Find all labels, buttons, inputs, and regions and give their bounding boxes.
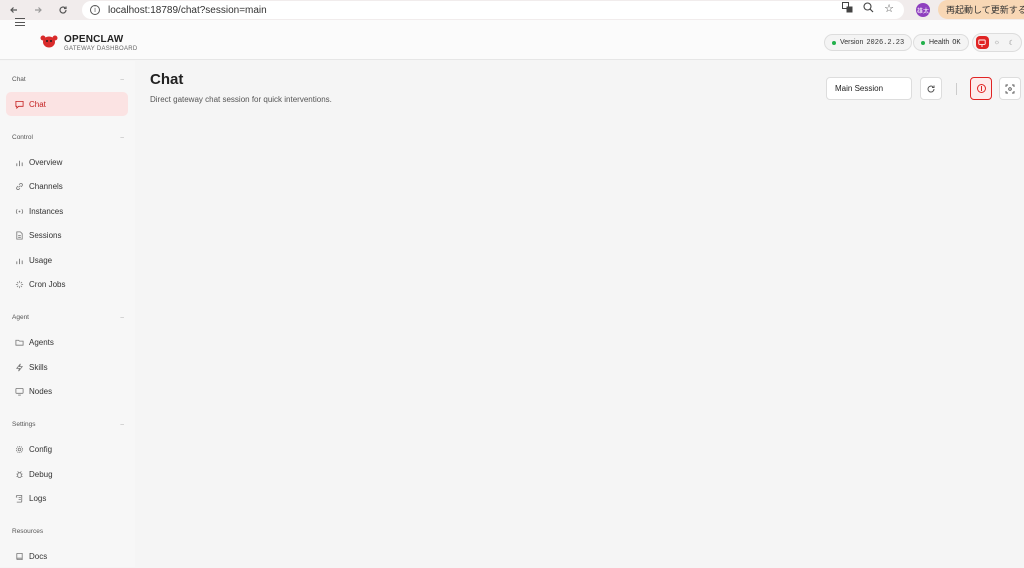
- sidebar-item-nodes[interactable]: Nodes: [6, 379, 128, 403]
- message-icon: [14, 99, 24, 109]
- sidebar-section-control[interactable]: Control –: [12, 134, 124, 141]
- collapse-icon[interactable]: –: [120, 421, 124, 428]
- book-icon: [14, 551, 24, 561]
- brain-icon: [976, 84, 986, 93]
- moon-icon[interactable]: ☾: [1005, 36, 1018, 49]
- sidebar-section-settings[interactable]: Settings –: [12, 421, 124, 428]
- sidebar-item-label: Instances: [29, 206, 64, 216]
- brand-name: OPENCLAW: [64, 34, 124, 45]
- sidebar-item-sessions[interactable]: Sessions: [6, 223, 128, 247]
- sidebar-section-agent[interactable]: Agent –: [12, 314, 124, 321]
- section-title: Settings: [12, 421, 36, 428]
- zap-icon: [14, 362, 24, 372]
- sidebar-item-skills[interactable]: Skills: [6, 355, 128, 379]
- sidebar-item-cron-jobs[interactable]: Cron Jobs: [6, 272, 128, 296]
- refresh-button[interactable]: [920, 77, 942, 100]
- address-bar[interactable]: i localhost:18789/chat?session=main: [82, 1, 904, 19]
- settings-icon: [14, 444, 24, 454]
- status-dot: [921, 40, 925, 45]
- back-icon[interactable]: [4, 0, 24, 20]
- collapse-icon[interactable]: –: [120, 134, 124, 141]
- scroll-icon: [14, 493, 24, 503]
- monitor-icon[interactable]: [975, 36, 989, 49]
- sidebar-item-agents[interactable]: Agents: [6, 330, 128, 354]
- brand-subtitle: GATEWAY DASHBOARD: [64, 46, 138, 52]
- focus-mode-button[interactable]: [999, 77, 1021, 100]
- brand: OPENCLAW GATEWAY DASHBOARD: [64, 34, 138, 52]
- sidebar-item-label: Docs: [29, 551, 48, 561]
- sidebar-section-resources[interactable]: Resources: [12, 528, 124, 535]
- sidebar-item-debug[interactable]: Debug: [6, 462, 128, 486]
- version-label: Version: [840, 39, 864, 46]
- sidebar-item-label: Chat: [29, 99, 46, 109]
- menu-icon[interactable]: [15, 18, 25, 29]
- bar-chart-icon: [14, 157, 24, 167]
- session-select[interactable]: Main Session: [826, 77, 912, 100]
- url-text: localhost:18789/chat?session=main: [108, 4, 267, 16]
- collapse-icon[interactable]: –: [120, 314, 124, 321]
- sun-icon[interactable]: ☼: [990, 36, 1003, 49]
- thinking-toggle-button[interactable]: [970, 77, 992, 100]
- divider: [956, 83, 957, 95]
- bar-chart-icon: [14, 255, 24, 265]
- sidebar-item-label: Debug: [29, 469, 53, 479]
- sidebar-item-label: Sessions: [29, 230, 62, 240]
- sidebar-section-chat[interactable]: Chat –: [12, 76, 124, 83]
- translate-icon[interactable]: [842, 2, 853, 16]
- bookmark-star-icon[interactable]: ☆: [884, 2, 894, 16]
- sidebar-item-label: Overview: [29, 157, 63, 167]
- version-badge: Version 2026.2.23: [824, 34, 913, 51]
- sidebar-item-label: Config: [29, 444, 53, 454]
- sidebar-item-label: Skills: [29, 362, 48, 372]
- sidebar-item-label: Nodes: [29, 386, 53, 396]
- version-value: 2026.2.23: [866, 38, 905, 47]
- radio-icon: [14, 206, 24, 216]
- page-subtitle: Direct gateway chat session for quick in…: [150, 95, 332, 104]
- collapse-icon[interactable]: –: [120, 76, 124, 83]
- bug-icon: [14, 469, 24, 479]
- sidebar-item-logs[interactable]: Logs: [6, 486, 128, 510]
- sidebar-item-label: Cron Jobs: [29, 279, 66, 289]
- focus-icon: [1005, 84, 1015, 93]
- sidebar-item-usage[interactable]: Usage: [6, 248, 128, 272]
- section-title: Chat: [12, 76, 26, 83]
- folder-icon: [14, 337, 24, 347]
- reload-icon[interactable]: [53, 0, 73, 20]
- forward-icon[interactable]: [28, 0, 48, 20]
- sidebar-item-chat[interactable]: Chat: [6, 92, 128, 116]
- url-tools: ☆: [842, 2, 894, 16]
- info-icon[interactable]: i: [90, 5, 100, 15]
- page-title: Chat: [150, 71, 184, 88]
- sidebar-item-channels[interactable]: Channels: [6, 174, 128, 198]
- loader-icon: [14, 279, 24, 289]
- section-title: Control: [12, 134, 33, 141]
- section-title: Resources: [12, 528, 44, 535]
- health-badge: Health OK: [913, 34, 969, 51]
- sidebar-item-label: Agents: [29, 337, 54, 347]
- file-icon: [14, 230, 24, 240]
- sidebar-item-label: Channels: [29, 181, 63, 191]
- monitor-icon: [14, 386, 24, 396]
- status-dot: [832, 40, 836, 45]
- profile-avatar[interactable]: 雄太: [916, 3, 930, 17]
- section-title: Agent: [12, 314, 29, 321]
- sidebar-item-overview[interactable]: Overview: [6, 150, 128, 174]
- refresh-icon: [927, 85, 935, 92]
- openclaw-logo: [40, 35, 58, 48]
- sidebar-item-label: Usage: [29, 255, 53, 265]
- browser-toolbar: i localhost:18789/chat?session=main ☆ 雄太…: [0, 0, 1024, 20]
- sidebar-item-docs[interactable]: Docs: [6, 544, 128, 568]
- zoom-icon[interactable]: [863, 2, 874, 16]
- sidebar: Chat – Chat Control – Overview Channels …: [0, 61, 135, 567]
- sidebar-item-config[interactable]: Config: [6, 437, 128, 461]
- health-value: OK: [952, 38, 961, 47]
- link-icon: [14, 181, 24, 191]
- sidebar-item-instances[interactable]: Instances: [6, 199, 128, 223]
- theme-switcher: ☼ ☾: [972, 33, 1022, 52]
- health-label: Health: [929, 39, 950, 46]
- main-content: Chat Direct gateway chat session for qui…: [135, 61, 1024, 567]
- sidebar-item-label: Logs: [29, 493, 47, 503]
- relaunch-button[interactable]: 再起動して更新する: [938, 0, 1024, 19]
